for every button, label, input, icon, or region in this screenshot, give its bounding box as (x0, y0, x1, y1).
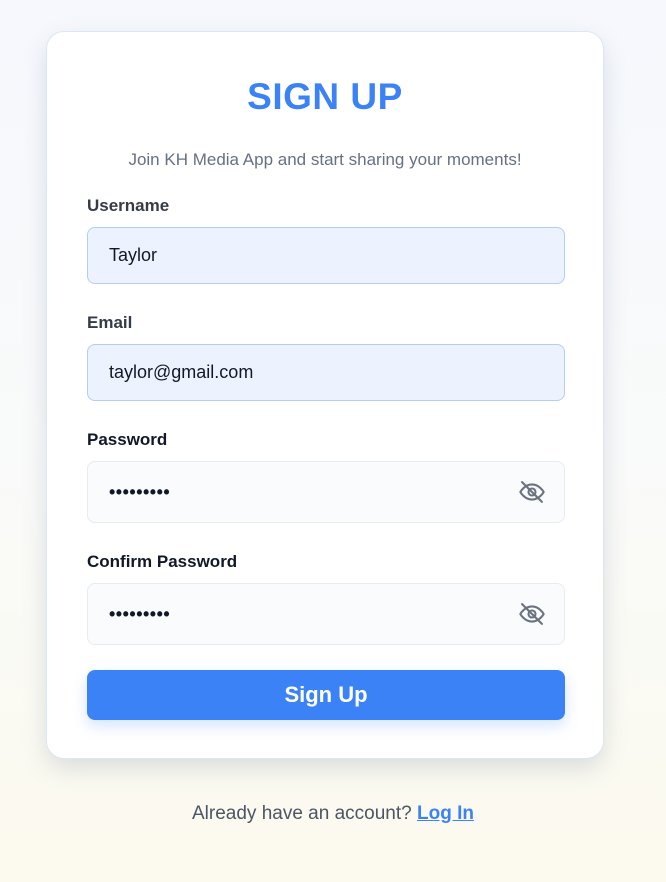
signup-card: SIGN UP Join KH Media App and start shar… (46, 31, 604, 759)
confirm-password-masked-value[interactable]: ••••••••• (109, 604, 170, 625)
confirm-password-field[interactable]: ••••••••• (87, 583, 565, 645)
page-title: SIGN UP (247, 76, 403, 117)
email-input[interactable] (109, 345, 509, 400)
password-masked-value[interactable]: ••••••••• (109, 482, 170, 503)
password-field[interactable]: ••••••••• (87, 461, 565, 523)
confirm-password-label: Confirm Password (87, 552, 238, 571)
eye-off-icon[interactable] (518, 478, 546, 506)
username-label: Username (87, 196, 170, 215)
username-field[interactable] (87, 227, 565, 284)
page-subtitle: Join KH Media App and start sharing your… (128, 150, 522, 169)
email-field[interactable] (87, 344, 565, 401)
sign-up-button[interactable]: Sign Up (87, 670, 565, 720)
email-label: Email (87, 313, 133, 332)
password-label: Password (87, 430, 168, 449)
login-prompt-text: Already have an account? (192, 803, 412, 824)
login-link[interactable]: Log In (417, 803, 474, 824)
login-prompt: Already have an account? Log In (0, 803, 666, 825)
eye-off-icon[interactable] (518, 600, 546, 628)
username-input[interactable] (109, 228, 509, 283)
